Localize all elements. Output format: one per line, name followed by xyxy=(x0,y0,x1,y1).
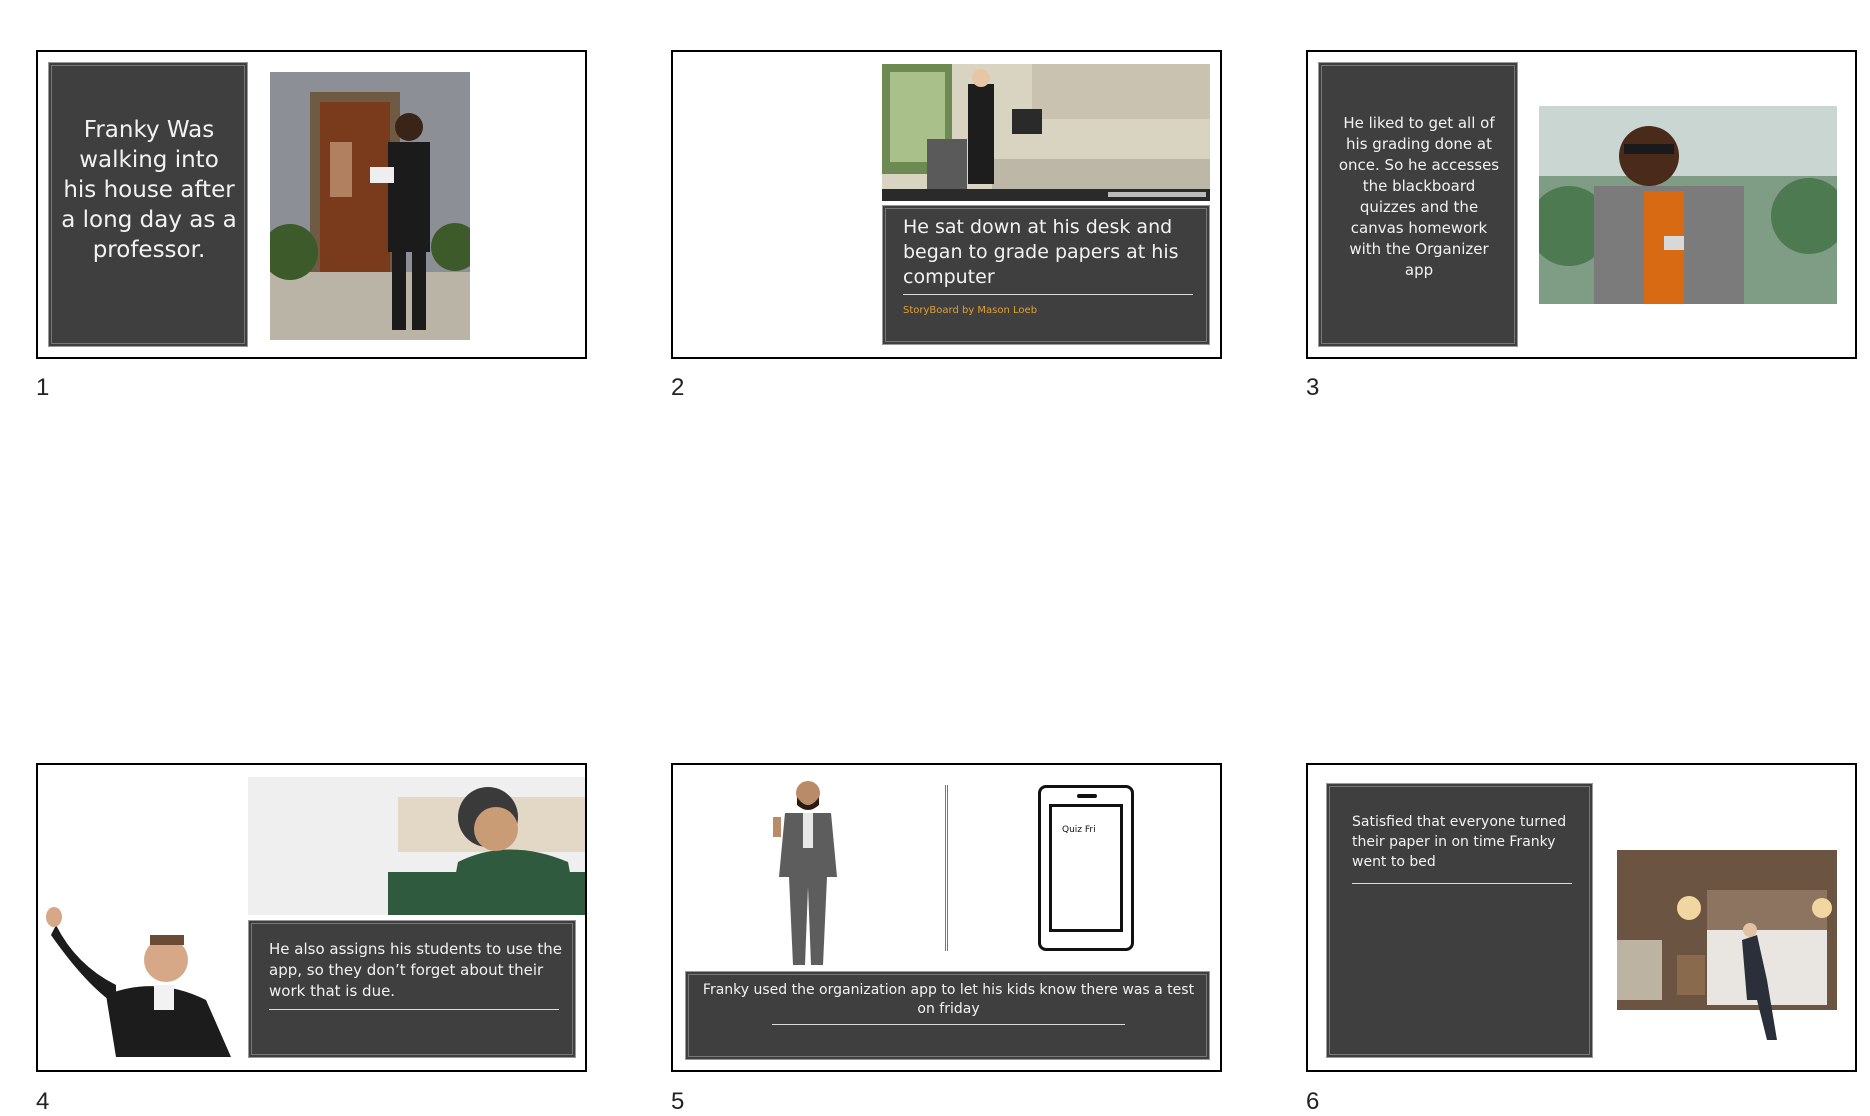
stressed-student-photo xyxy=(248,777,585,915)
text-panel: He sat down at his desk and began to gra… xyxy=(882,205,1210,345)
slide-number: 2 xyxy=(671,374,685,401)
slide-number: 1 xyxy=(36,374,50,401)
text-panel: Franky Was walking into his house after … xyxy=(48,62,248,347)
slide-5[interactable]: Quiz Fri Franky used the organization ap… xyxy=(671,763,1222,1072)
phone-screen: Quiz Fri xyxy=(1049,804,1123,932)
divider xyxy=(903,294,1193,295)
office-desk-photo xyxy=(882,64,1210,201)
man-with-phone-photo xyxy=(1539,106,1837,304)
slide-number: 5 xyxy=(671,1088,685,1115)
slide-text: Franky used the organization app to let … xyxy=(702,982,1195,1017)
slide-number: 4 xyxy=(36,1088,50,1115)
slide-number: 6 xyxy=(1306,1088,1320,1115)
phone-speaker xyxy=(1077,794,1097,798)
text-panel: He also assigns his students to use the … xyxy=(248,920,576,1058)
text-panel: He liked to get all of his grading done … xyxy=(1318,62,1518,347)
slide-text: Franky Was walking into his house after … xyxy=(61,117,237,263)
slide-subtitle: StoryBoard by Mason Loeb xyxy=(903,305,1038,316)
slide-number: 3 xyxy=(1306,374,1320,401)
slide-text: He liked to get all of his grading done … xyxy=(1338,114,1500,279)
slide-text: He also assigns his students to use the … xyxy=(269,940,562,1000)
text-panel: Franky used the organization app to let … xyxy=(685,971,1210,1060)
man-pointing-photo xyxy=(46,905,238,1057)
divider xyxy=(772,1024,1125,1025)
bedroom-photo xyxy=(1617,850,1837,1044)
slide-2[interactable]: He sat down at his desk and began to gra… xyxy=(671,50,1222,359)
slide-3[interactable]: He liked to get all of his grading done … xyxy=(1306,50,1857,359)
slide-text: He sat down at his desk and began to gra… xyxy=(903,216,1179,288)
slide-6[interactable]: Satisfied that everyone turned their pap… xyxy=(1306,763,1857,1072)
text-panel: Satisfied that everyone turned their pap… xyxy=(1326,783,1593,1058)
man-at-door-photo xyxy=(270,72,470,340)
divider xyxy=(1352,883,1572,884)
slide-1[interactable]: Franky Was walking into his house after … xyxy=(36,50,587,359)
phone-icon: Quiz Fri xyxy=(1038,785,1134,951)
slide-4[interactable]: He also assigns his students to use the … xyxy=(36,763,587,1072)
bearded-man-photo xyxy=(771,777,845,965)
slide-text: Satisfied that everyone turned their pap… xyxy=(1352,814,1567,870)
phone-screen-text: Quiz Fri xyxy=(1062,825,1096,835)
divider xyxy=(269,1009,559,1010)
vertical-divider xyxy=(945,785,948,951)
